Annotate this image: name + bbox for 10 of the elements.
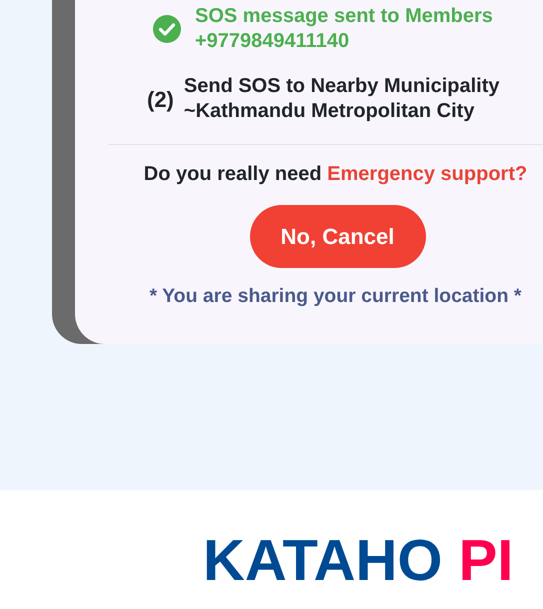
question-text: Do you really need	[144, 163, 322, 185]
cancel-button[interactable]: No, Cancel	[250, 205, 426, 268]
step-number: (2)	[147, 86, 174, 112]
logo-text: KATAHO	[203, 528, 442, 593]
location-note: * You are sharing your current location *	[148, 284, 523, 309]
status-message: SOS message sent to Members +9779849411140	[195, 4, 493, 54]
question-highlight: Emergency support?	[327, 163, 528, 185]
logo-text: PI	[458, 528, 514, 593]
check-circle-icon	[153, 15, 181, 43]
step-text: Send SOS to Nearby Municipality ~Kathmandu Metropolitan City	[184, 74, 500, 124]
